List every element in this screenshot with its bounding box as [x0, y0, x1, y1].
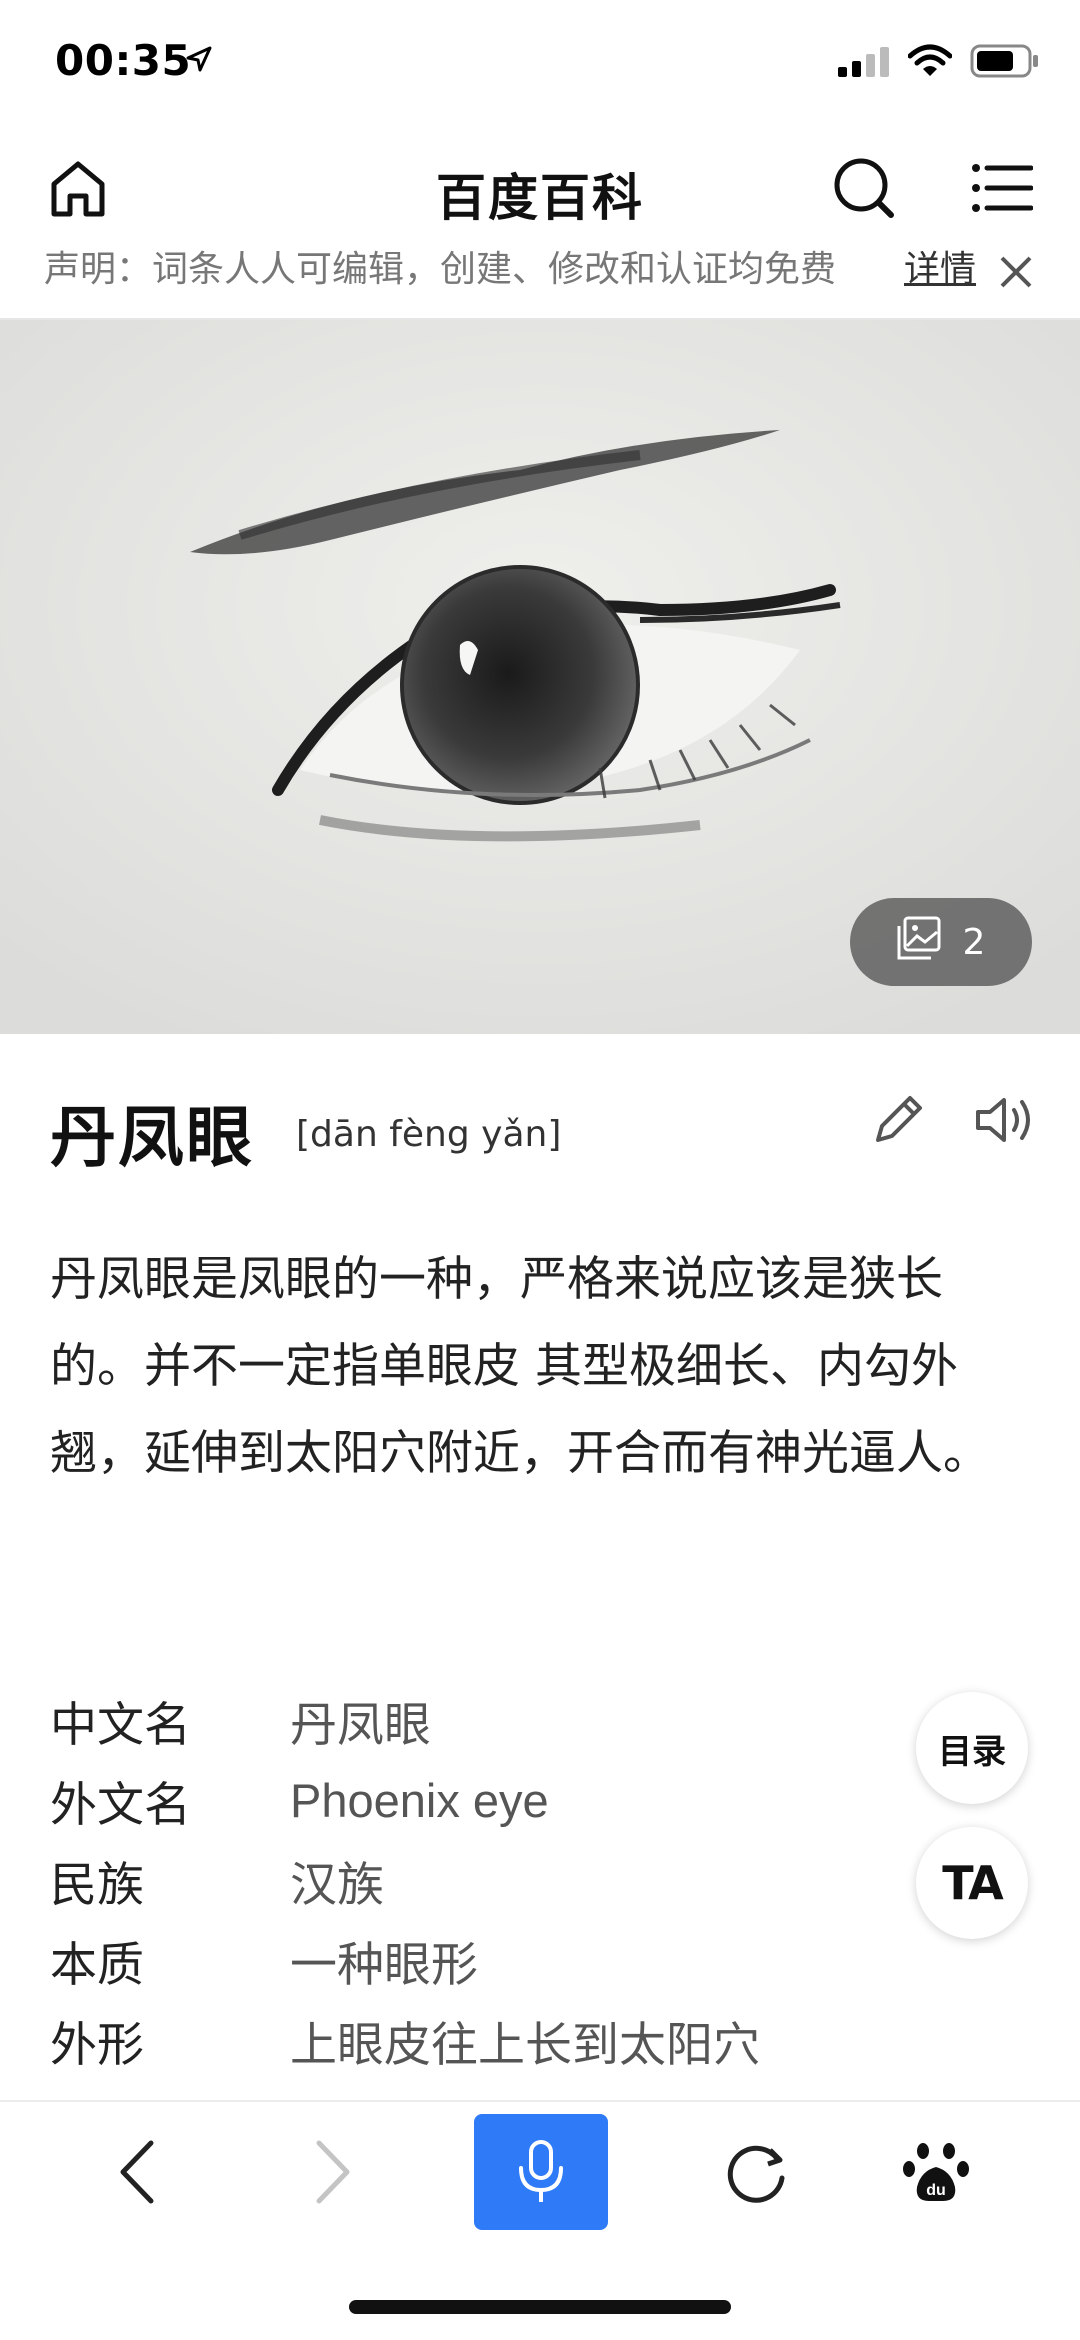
info-label: 本质 — [50, 1937, 144, 1993]
location-arrow-icon — [184, 44, 214, 78]
info-value: Phoenix eye — [290, 1773, 549, 1827]
home-indicator — [349, 2300, 731, 2314]
info-value: 丹凤眼 — [290, 1697, 431, 1751]
speaker-icon[interactable] — [972, 1090, 1044, 1154]
info-label: 民族 — [50, 1857, 144, 1913]
svg-text:du: du — [926, 2182, 946, 2199]
info-value: 上眼皮往上长到太阳穴 — [290, 2017, 760, 2071]
info-label: 外形 — [50, 2017, 144, 2073]
page-title: 百度百科 — [436, 169, 644, 227]
toc-button[interactable]: 目录 — [916, 1692, 1028, 1804]
back-icon[interactable] — [88, 2122, 188, 2222]
status-time: 00:35 — [55, 36, 192, 85]
refresh-icon[interactable] — [706, 2122, 806, 2222]
notice-details-link[interactable]: 详情 — [904, 248, 976, 292]
info-table: 中文名 丹凤眼 外文名 Phoenix eye 民族 汉族 本质 一种眼形 外形… — [50, 1680, 950, 2080]
info-row: 中文名 丹凤眼 — [50, 1680, 950, 1760]
gallery-count: 2 — [962, 921, 986, 963]
info-row: 本质 一种眼形 — [50, 1920, 950, 2000]
status-icons — [838, 44, 1040, 82]
ta-button[interactable]: TA — [916, 1827, 1028, 1939]
battery-icon — [970, 44, 1040, 82]
entry-pinyin: [dān fèng yǎn] — [296, 1114, 562, 1155]
microphone-icon[interactable] — [474, 2114, 608, 2230]
info-label: 外文名 — [50, 1777, 191, 1833]
info-row: 外形 上眼皮往上长到太阳穴 — [50, 2000, 950, 2080]
entry-title: 丹凤眼 — [50, 1099, 254, 1176]
entry-summary: 丹凤眼是凤眼的一种，严格来说应该是狭长的。并不一定指单眼皮 其型极细长、内勾外翘… — [50, 1252, 990, 1481]
notice-bar: 声明：词条人人可编辑，创建、修改和认证均免费 详情 — [0, 248, 1080, 320]
forward-icon[interactable] — [282, 2122, 382, 2222]
info-label: 中文名 — [50, 1697, 191, 1753]
wifi-icon — [907, 44, 953, 82]
info-row: 民族 汉族 — [50, 1840, 950, 1920]
close-icon[interactable] — [996, 252, 1046, 302]
info-value: 汉族 — [290, 1857, 384, 1911]
gallery-count-button[interactable]: 2 — [850, 898, 1032, 986]
info-value: 一种眼形 — [290, 1937, 478, 1991]
info-row: 外文名 Phoenix eye — [50, 1760, 950, 1840]
baidu-paw-icon[interactable]: du — [886, 2122, 986, 2222]
gallery-icon — [897, 916, 941, 969]
pencil-icon[interactable] — [868, 1090, 932, 1154]
notice-text: 声明：词条人人可编辑，创建、修改和认证均免费 — [44, 249, 837, 290]
search-icon[interactable] — [824, 148, 904, 228]
menu-icon[interactable] — [962, 148, 1042, 228]
signal-icon — [838, 45, 890, 81]
